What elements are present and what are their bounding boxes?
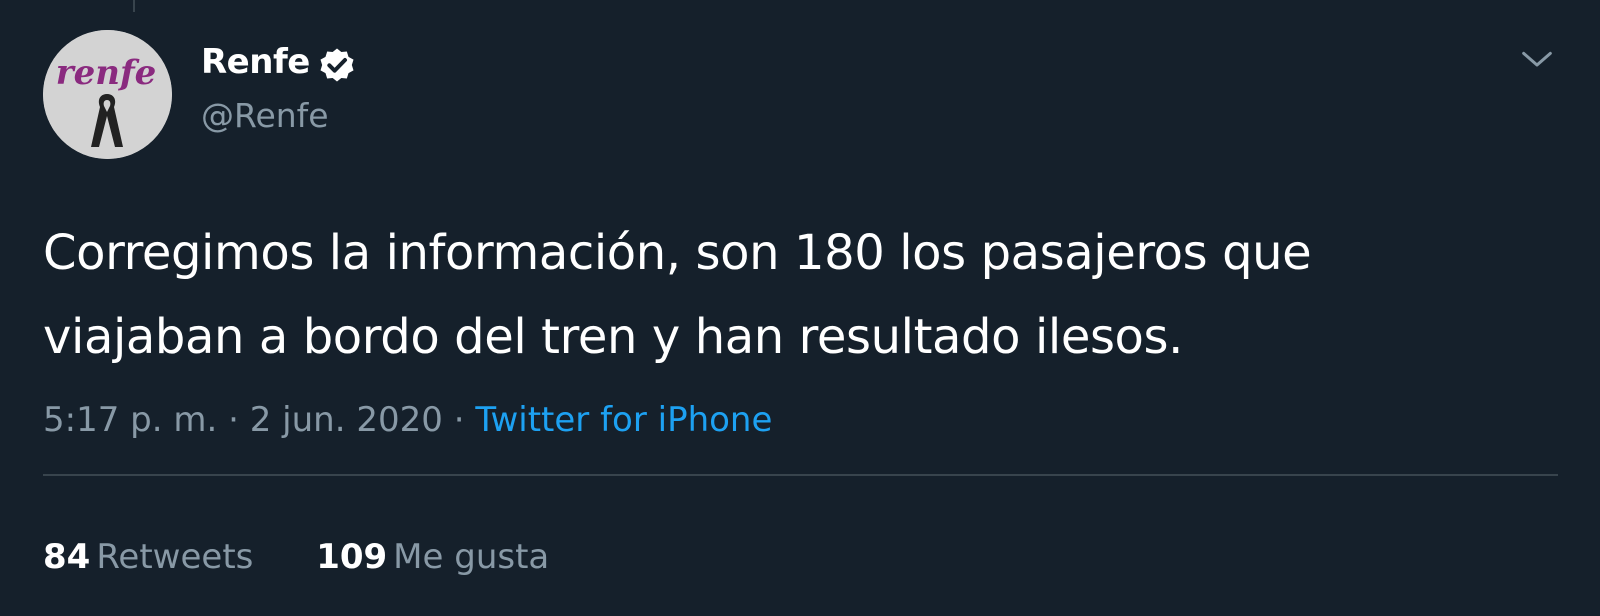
tweet-source-link[interactable]: Twitter for iPhone — [475, 400, 772, 440]
tweet-text: Corregimos la información, son 180 los p… — [43, 211, 1563, 379]
retweets-label: Retweets — [96, 537, 254, 577]
tweet-time[interactable]: 5:17 p. m. — [43, 400, 217, 440]
meta-separator: · — [228, 400, 239, 440]
tweet-stats: 84 Retweets 109 Me gusta — [43, 537, 601, 577]
user-handle[interactable]: @Renfe — [201, 96, 329, 135]
display-name[interactable]: Renfe — [201, 42, 310, 82]
thread-connector-line — [133, 0, 135, 12]
retweets-stat[interactable]: 84 Retweets — [43, 537, 253, 577]
verified-badge-icon — [320, 48, 354, 82]
tweet-text-line: Corregimos la información, son 180 los p… — [43, 225, 1312, 281]
chevron-down-icon[interactable] — [1517, 40, 1557, 80]
svg-text:renfe: renfe — [56, 53, 157, 93]
avatar[interactable]: renfe — [43, 30, 172, 159]
tweet-date[interactable]: 2 jun. 2020 — [250, 400, 443, 440]
likes-stat[interactable]: 109 Me gusta — [316, 537, 549, 577]
divider — [43, 474, 1558, 476]
meta-separator: · — [453, 400, 465, 440]
tweet-text-line: viajaban a bordo del tren y han resultad… — [43, 309, 1183, 365]
renfe-logo: renfe — [43, 30, 172, 159]
tweet-meta: 5:17 p. m. · 2 jun. 2020 · Twitter for i… — [43, 400, 772, 440]
likes-label: Me gusta — [393, 537, 550, 577]
likes-count: 109 — [316, 537, 388, 577]
retweets-count: 84 — [43, 537, 91, 577]
